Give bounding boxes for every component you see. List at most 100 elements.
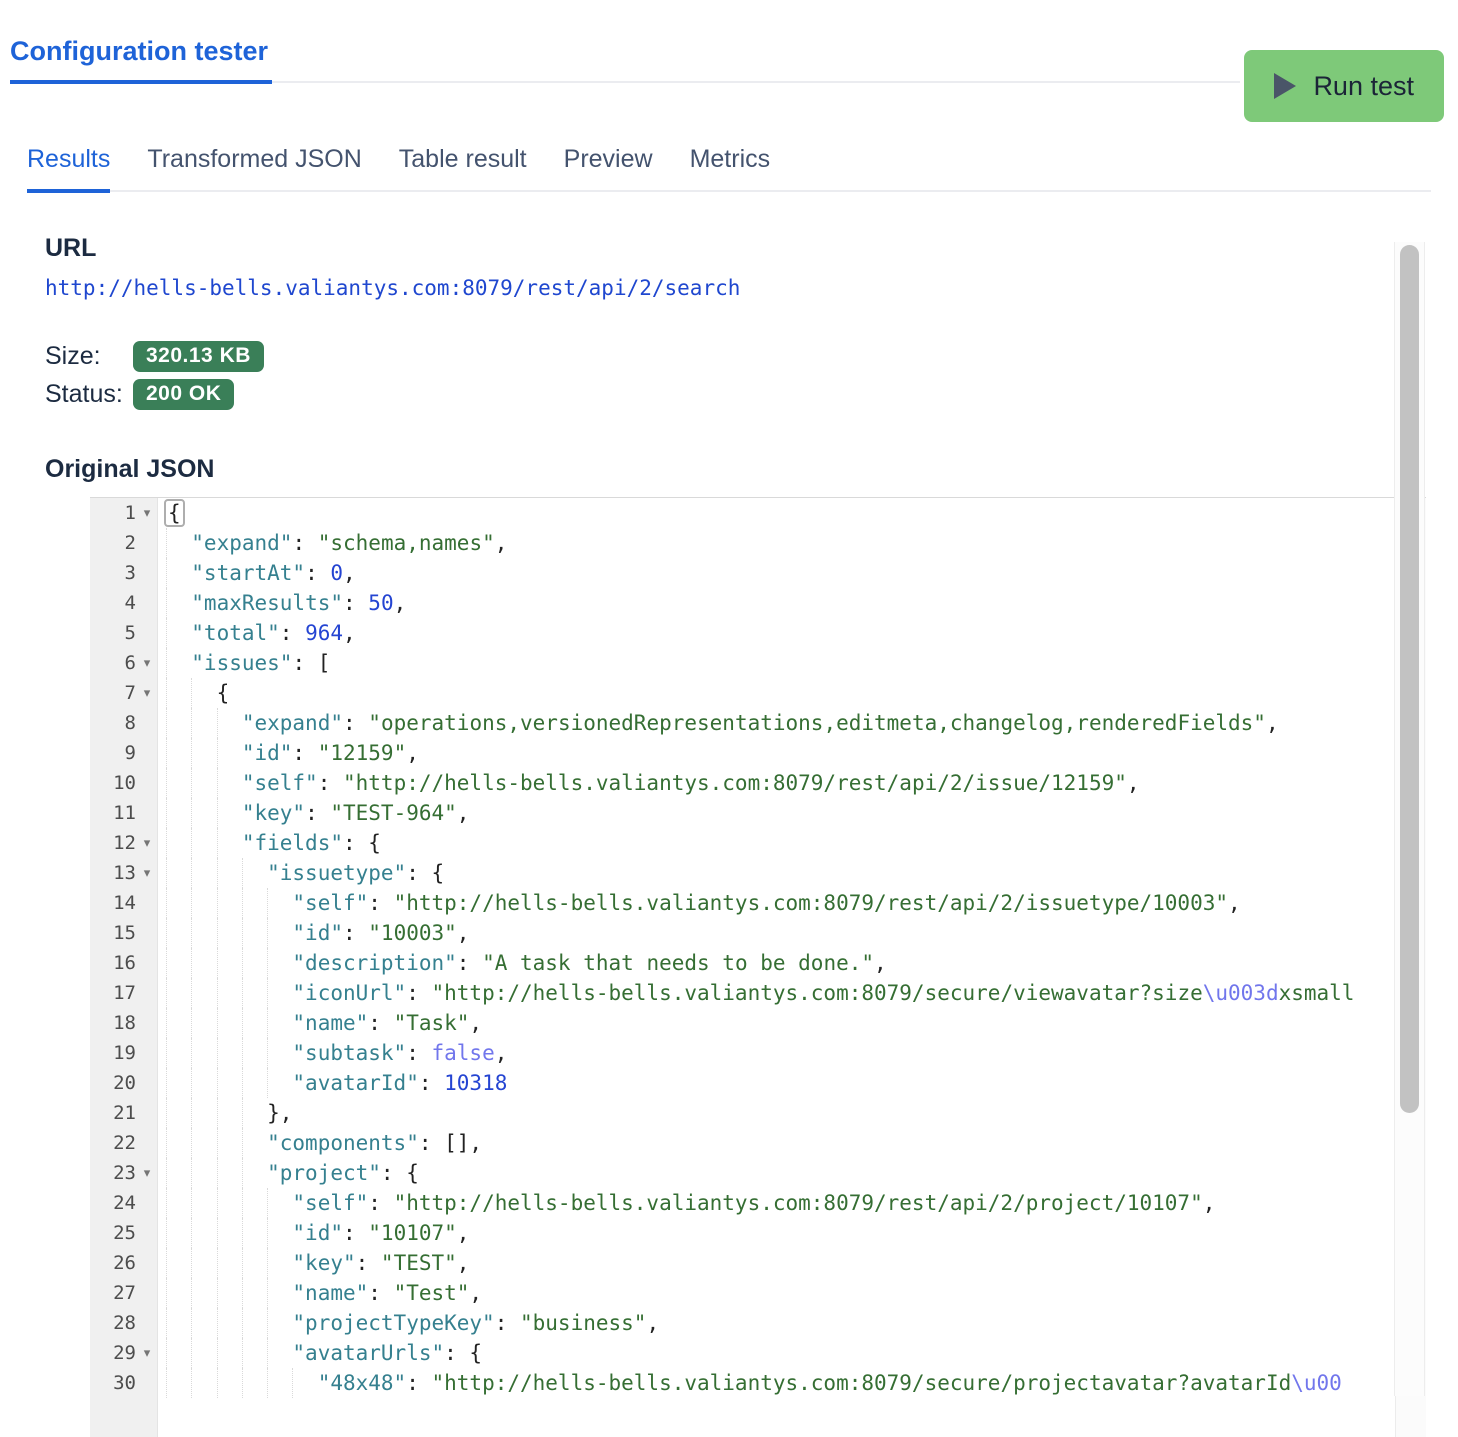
line-gutter: 17 (90, 978, 158, 1008)
line-number: 28 (113, 1308, 136, 1338)
indent-guide (166, 1128, 191, 1158)
token-str: "http://hells-bells.valiantys.com:8079/r… (343, 771, 1127, 795)
token-punc: : (368, 1191, 393, 1215)
page-scrollbar[interactable] (1394, 242, 1425, 1396)
fold-arrow-icon[interactable]: ▾ (136, 678, 158, 708)
indent-guide (166, 708, 191, 738)
indent-guide (242, 1278, 267, 1308)
token-str: "A task that needs to be done." (482, 951, 874, 975)
code-line: 14"self": "http://hells-bells.valiantys.… (90, 888, 1395, 918)
tab-results[interactable]: Results (27, 145, 110, 193)
tab-table-result[interactable]: Table result (399, 145, 527, 190)
indent-guide (166, 828, 191, 858)
line-number: 20 (113, 1068, 136, 1098)
indent-guide (191, 1068, 216, 1098)
indent-guide (166, 588, 191, 618)
token-key: "avatarUrls" (292, 1341, 444, 1365)
token-str: "Test" (394, 1281, 470, 1305)
token-str: "http://hells-bells.valiantys.com:8079/s… (432, 981, 1203, 1005)
results-panel: URL http://hells-bells.valiantys.com:807… (0, 234, 1458, 1437)
fold-arrow-icon[interactable]: ▾ (136, 1158, 158, 1188)
token-str: "business" (520, 1311, 646, 1335)
indent-guide (191, 1098, 216, 1128)
token-key: "key" (242, 801, 305, 825)
tab-preview[interactable]: Preview (564, 145, 653, 190)
token-punc: : (343, 711, 368, 735)
indent-guide (166, 888, 191, 918)
line-gutter: 18 (90, 1008, 158, 1038)
line-gutter: 3 (90, 558, 158, 588)
token-key: "project" (267, 1161, 381, 1185)
line-gutter: 7▾ (90, 678, 158, 708)
token-str: "12159" (318, 741, 407, 765)
line-number: 26 (113, 1248, 136, 1278)
fold-arrow-icon[interactable]: ▾ (136, 858, 158, 888)
indent-guide (191, 768, 216, 798)
indent-guide (166, 648, 191, 678)
token-str: xsmall (1279, 981, 1355, 1005)
token-punc: , (469, 1011, 482, 1035)
token-atom: \u00 (1291, 1371, 1342, 1395)
fold-arrow-icon[interactable]: ▾ (136, 648, 158, 678)
line-number: 14 (113, 888, 136, 918)
code-line: 3"startAt": 0, (90, 558, 1395, 588)
indent-guide (217, 918, 242, 948)
fold-arrow-icon[interactable]: ▾ (136, 1338, 158, 1368)
status-row: Status: 200 OK (45, 379, 1458, 410)
token-str: "http://hells-bells.valiantys.com:8079/s… (432, 1371, 1292, 1395)
token-punc: , (1127, 771, 1140, 795)
run-test-button[interactable]: Run test (1244, 50, 1444, 122)
token-num: 50 (368, 591, 393, 615)
code-text: "self": "http://hells-bells.valiantys.co… (158, 768, 1140, 798)
page-scrollbar-thumb[interactable] (1400, 245, 1419, 1113)
token-punc: }, (267, 1101, 292, 1125)
indent-guide (217, 1308, 242, 1338)
code-text: "project": { (158, 1158, 419, 1188)
indent-guide (191, 1278, 216, 1308)
indent-guide (166, 768, 191, 798)
code-line: 5"total": 964, (90, 618, 1395, 648)
indent-guide (242, 1038, 267, 1068)
line-number: 27 (113, 1278, 136, 1308)
token-key: "self" (292, 891, 368, 915)
token-key: "name" (292, 1281, 368, 1305)
code-line: 1▾{ (90, 498, 1395, 528)
line-gutter: 16 (90, 948, 158, 978)
code-line: 9"id": "12159", (90, 738, 1395, 768)
token-punc-match: { (164, 499, 185, 527)
token-key: "avatarId" (292, 1071, 418, 1095)
fold-arrow-icon[interactable]: ▾ (136, 828, 158, 858)
indent-guide (191, 1338, 216, 1368)
indent-guide (191, 1128, 216, 1158)
play-icon (1274, 73, 1296, 99)
token-punc: : [], (419, 1131, 482, 1155)
indent-guide (242, 1098, 267, 1128)
line-gutter: 12▾ (90, 828, 158, 858)
configuration-tester-link[interactable]: Configuration tester (10, 36, 272, 84)
fold-arrow-icon[interactable]: ▾ (136, 498, 158, 528)
line-gutter: 15 (90, 918, 158, 948)
tab-metrics[interactable]: Metrics (690, 145, 771, 190)
code-line: 26"key": "TEST", (90, 1248, 1395, 1278)
request-url-link[interactable]: http://hells-bells.valiantys.com:8079/re… (45, 276, 740, 300)
line-number: 9 (125, 738, 136, 768)
token-key: "subtask" (292, 1041, 406, 1065)
token-punc: : (292, 531, 317, 555)
tab-transformed-json[interactable]: Transformed JSON (147, 145, 361, 190)
indent-guide (267, 1188, 292, 1218)
code-lines: 1▾{2"expand": "schema,names",3"startAt":… (90, 498, 1395, 1437)
line-gutter: 23▾ (90, 1158, 158, 1188)
token-punc: , (469, 1281, 482, 1305)
indent-guide (166, 858, 191, 888)
code-text: "expand": "operations,versionedRepresent… (158, 708, 1279, 738)
line-number: 22 (113, 1128, 136, 1158)
indent-guide (217, 768, 242, 798)
indent-guide (242, 888, 267, 918)
code-text: { (158, 498, 185, 528)
indent-guide (217, 1278, 242, 1308)
indent-guide (217, 1338, 242, 1368)
indent-guide (242, 1218, 267, 1248)
indent-guide (242, 948, 267, 978)
line-number: 5 (125, 618, 136, 648)
indent-guide (242, 1338, 267, 1368)
